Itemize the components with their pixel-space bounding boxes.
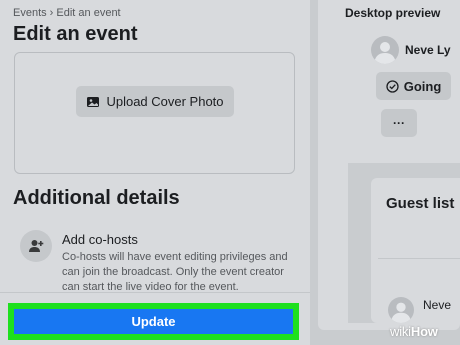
desktop-preview-panel: Desktop preview Neve Ly Going ··· Guest … [318, 0, 460, 330]
add-cohosts-title[interactable]: Add co-hosts [62, 232, 138, 247]
breadcrumb[interactable]: Events › Edit an event [13, 7, 121, 19]
guest-list-title: Guest list [386, 195, 455, 212]
upload-cover-photo-button[interactable]: Upload Cover Photo [76, 86, 234, 117]
desktop-preview-label: Desktop preview [345, 6, 441, 20]
going-label: Going [403, 78, 442, 94]
avatar-icon [374, 42, 396, 64]
avatar [371, 36, 399, 64]
guest-avatar [388, 297, 414, 323]
additional-details-heading: Additional details [13, 187, 180, 209]
more-options-button[interactable]: ··· [381, 109, 417, 137]
going-button[interactable]: Going [376, 72, 451, 100]
guest-name: Neve [423, 298, 452, 312]
upload-cover-photo-label: Upload Cover Photo [106, 94, 224, 109]
guest-avatar-icon [390, 302, 412, 323]
watermark-wiki: wiki [390, 324, 411, 339]
cover-photo-area: Upload Cover Photo [14, 52, 295, 174]
guest-list-divider [378, 258, 460, 259]
wikihow-watermark: wikiHow [390, 324, 438, 339]
watermark-how: How [410, 324, 438, 339]
check-circle-icon [386, 79, 399, 93]
image-icon [87, 96, 100, 107]
event-editor-panel: Events › Edit an event Edit an event Upl… [0, 0, 310, 345]
user-plus-icon [20, 230, 52, 262]
host-name: Neve Ly [405, 43, 451, 57]
page-title: Edit an event [13, 23, 138, 45]
add-cohosts-description: Co-hosts will have event editing privile… [62, 251, 288, 293]
update-button[interactable]: Update [14, 309, 293, 334]
